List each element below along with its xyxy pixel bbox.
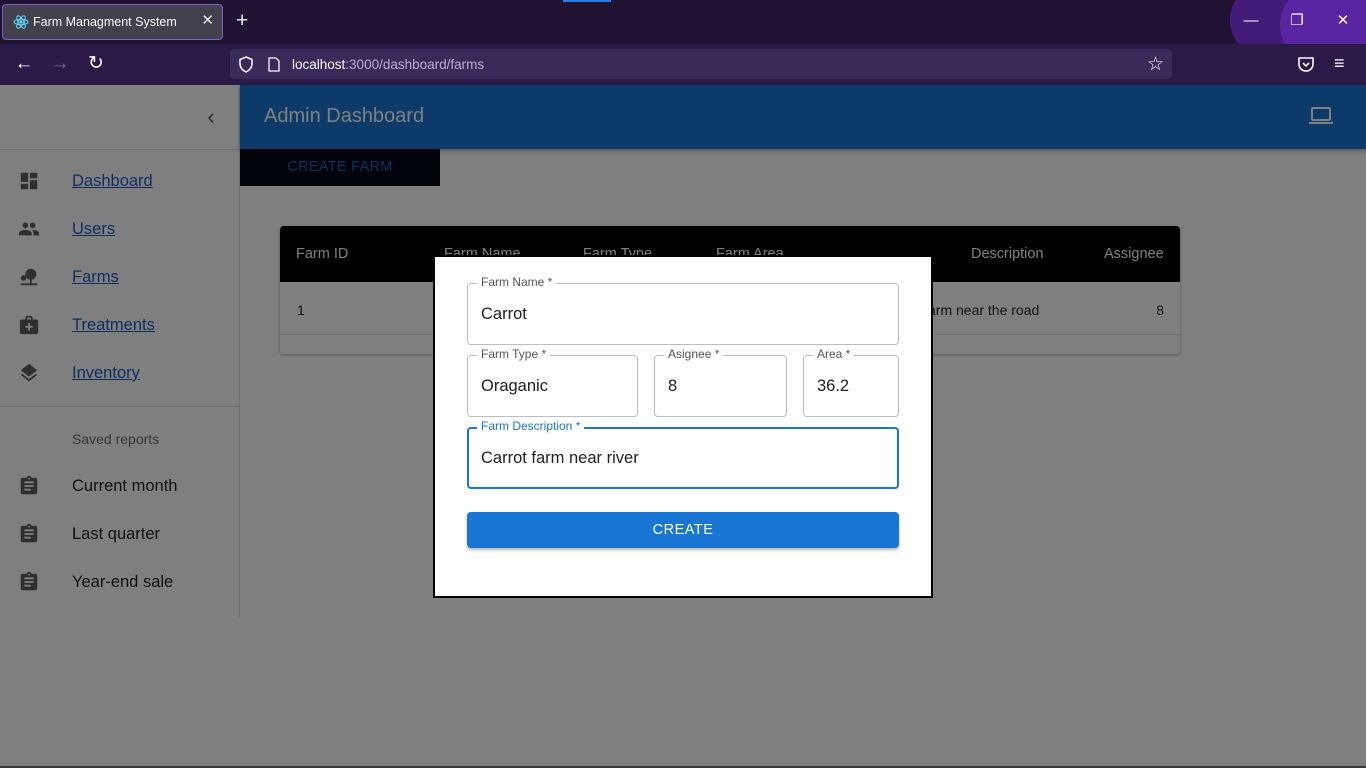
browser-toolbar: ← → ↻ localhost:3000/dashboard/farms ☆ ≡ bbox=[0, 44, 1366, 85]
address-bar[interactable]: localhost:3000/dashboard/farms ☆ bbox=[230, 49, 1172, 79]
farm-type-input[interactable] bbox=[481, 356, 630, 416]
area-input[interactable] bbox=[817, 356, 891, 416]
close-window-icon[interactable]: ✕ bbox=[1333, 12, 1353, 30]
forward-icon[interactable]: → bbox=[49, 54, 71, 76]
bookmark-star-icon[interactable]: ☆ bbox=[1147, 53, 1164, 76]
area-field[interactable]: Area * bbox=[803, 347, 899, 417]
farm-type-field[interactable]: Farm Type * bbox=[467, 347, 638, 417]
react-logo-icon bbox=[13, 15, 29, 29]
pocket-icon[interactable] bbox=[1297, 56, 1315, 73]
url-text[interactable]: localhost:3000/dashboard/farms bbox=[292, 57, 484, 72]
menu-icon[interactable]: ≡ bbox=[1334, 53, 1345, 74]
farm-description-field[interactable]: Farm Description * bbox=[467, 419, 899, 489]
browser-tab-active[interactable]: Farm Managment System ✕ bbox=[2, 4, 223, 40]
assignee-field[interactable]: Asignee * bbox=[654, 347, 787, 417]
shield-icon[interactable] bbox=[238, 56, 254, 73]
farm-description-input[interactable] bbox=[481, 429, 889, 487]
back-icon[interactable]: ← bbox=[13, 54, 35, 76]
new-tab-icon[interactable]: + bbox=[236, 10, 248, 32]
minimize-icon[interactable]: — bbox=[1241, 12, 1261, 30]
create-farm-dialog: Farm Name * Farm Type * Asignee * Area *… bbox=[433, 255, 933, 598]
create-button[interactable]: CREATE bbox=[467, 512, 899, 548]
close-tab-icon[interactable]: ✕ bbox=[201, 12, 214, 30]
farm-name-field[interactable]: Farm Name * bbox=[467, 275, 899, 345]
browser-tab-strip: Farm Managment System ✕ + — ❐ ✕ bbox=[0, 0, 1366, 44]
url-path: :3000/dashboard/farms bbox=[345, 57, 485, 72]
tab-title: Farm Managment System bbox=[33, 15, 177, 29]
reload-icon[interactable]: ↻ bbox=[85, 54, 107, 76]
restore-icon[interactable]: ❐ bbox=[1287, 12, 1307, 30]
page-icon[interactable] bbox=[268, 57, 280, 72]
url-host: localhost bbox=[292, 57, 346, 72]
farm-name-input[interactable] bbox=[481, 284, 891, 344]
assignee-input[interactable] bbox=[668, 356, 779, 416]
theme-accent-line bbox=[563, 0, 611, 2]
